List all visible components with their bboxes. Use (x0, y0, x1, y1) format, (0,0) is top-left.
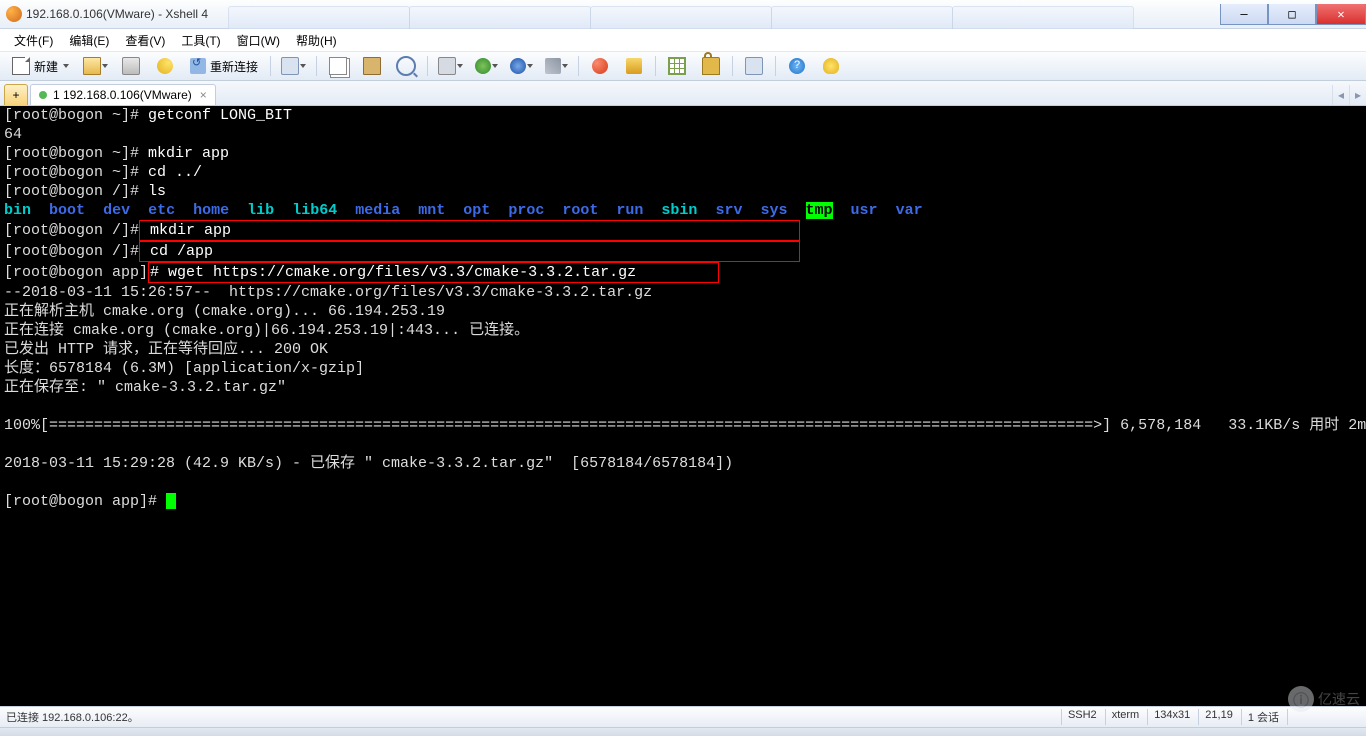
folder-icon (83, 57, 101, 75)
tab-label: 1 192.168.0.106(VMware) (53, 88, 192, 102)
session-icon (592, 58, 608, 74)
app-icon (6, 6, 22, 22)
menu-file[interactable]: 文件(F) (6, 32, 61, 49)
taskbar-sliver (0, 727, 1366, 736)
globe-icon (510, 58, 526, 74)
menubar: 文件(F) 编辑(E) 查看(V) 工具(T) 窗口(W) 帮助(H) (0, 29, 1366, 52)
encoding-icon (475, 58, 491, 74)
print-button[interactable] (433, 54, 468, 78)
tab-prev[interactable]: ◂ (1332, 85, 1349, 105)
help-button[interactable]: ? (781, 54, 813, 78)
bg-tab[interactable] (228, 6, 410, 29)
session-button[interactable] (584, 54, 616, 78)
toolbar: 新建 重新连接 ? (0, 52, 1366, 81)
menu-help[interactable]: 帮助(H) (288, 32, 345, 49)
bg-tab[interactable] (771, 6, 953, 29)
terminal[interactable]: [root@bogon ~]# getconf LONG_BIT 64 [roo… (0, 106, 1366, 706)
highlight-box: mkdir app (139, 220, 800, 241)
properties-icon (122, 57, 140, 75)
lock-button[interactable] (695, 54, 727, 78)
new-icon (12, 57, 30, 75)
reconnect-button[interactable]: 重新连接 (183, 54, 265, 78)
add-tab-button[interactable]: + (4, 84, 28, 105)
language-button[interactable] (505, 54, 538, 78)
maximize-button[interactable]: □ (1268, 4, 1316, 25)
options-button[interactable] (540, 54, 573, 78)
bg-tab[interactable] (590, 6, 772, 29)
help-icon: ? (789, 58, 805, 74)
menu-view[interactable]: 查看(V) (117, 32, 173, 49)
status-termtype: xterm (1105, 709, 1146, 725)
lock-icon (702, 57, 720, 75)
cascade-icon (745, 57, 763, 75)
status-protocol: SSH2 (1061, 709, 1103, 725)
status-connection: 已连接 192.168.0.106:22。 (6, 709, 139, 725)
background-tabs (228, 6, 1133, 28)
highlight-box: cd /app (139, 241, 800, 262)
session-tabbar: + 1 192.168.0.106(VMware) × ◂▸ (0, 81, 1366, 106)
paste-button[interactable] (356, 54, 388, 78)
search-icon (396, 56, 416, 76)
transfer-icon (626, 58, 642, 74)
grid-icon (668, 57, 686, 75)
bg-tab[interactable] (952, 6, 1134, 29)
menu-window[interactable]: 窗口(W) (229, 32, 288, 49)
encoding-button[interactable] (470, 54, 503, 78)
cloud-icon: ⓘ (1288, 686, 1314, 712)
watermark: ⓘ 亿速云 (1288, 686, 1360, 712)
bulb-icon (823, 58, 839, 74)
hosts-icon (281, 57, 299, 75)
copy-button[interactable] (322, 54, 354, 78)
print-icon (438, 57, 456, 75)
tip-button[interactable] (815, 54, 847, 78)
menu-edit[interactable]: 编辑(E) (61, 32, 117, 49)
find-button[interactable] (390, 54, 422, 78)
new-button[interactable]: 新建 (5, 54, 76, 78)
statusbar: 已连接 192.168.0.106:22。 SSH2 xterm 134x31 … (0, 706, 1366, 727)
wand-icon (157, 58, 173, 74)
menu-tools[interactable]: 工具(T) (173, 32, 228, 49)
copy-icon (329, 57, 347, 75)
cascade-button[interactable] (738, 54, 770, 78)
transfer-button[interactable] (618, 54, 650, 78)
status-pos: 21,19 (1198, 709, 1239, 725)
hosts-button[interactable] (276, 54, 311, 78)
status-dot-icon (39, 91, 47, 99)
highlight-box: # wget https://cmake.org/files/v3.3/cmak… (148, 262, 719, 283)
status-sessions: 1 会话 (1241, 709, 1285, 725)
minimize-button[interactable]: — (1220, 4, 1268, 25)
tools-icon (545, 58, 561, 74)
tab-close-icon[interactable]: × (200, 88, 207, 102)
session-tab[interactable]: 1 192.168.0.106(VMware) × (30, 84, 216, 105)
window-title: 192.168.0.106(VMware) - Xshell 4 (26, 7, 208, 21)
close-button[interactable]: ✕ (1316, 4, 1366, 25)
paste-icon (363, 57, 381, 75)
reconnect-icon (190, 58, 206, 74)
open-button[interactable] (78, 54, 113, 78)
cursor (166, 493, 176, 509)
titlebar: 192.168.0.106(VMware) - Xshell 4 — □ ✕ (0, 0, 1366, 29)
status-size: 134x31 (1147, 709, 1196, 725)
properties-button[interactable] (115, 54, 147, 78)
grid-button[interactable] (661, 54, 693, 78)
tab-next[interactable]: ▸ (1349, 85, 1366, 105)
wizard-button[interactable] (149, 54, 181, 78)
bg-tab[interactable] (409, 6, 591, 29)
